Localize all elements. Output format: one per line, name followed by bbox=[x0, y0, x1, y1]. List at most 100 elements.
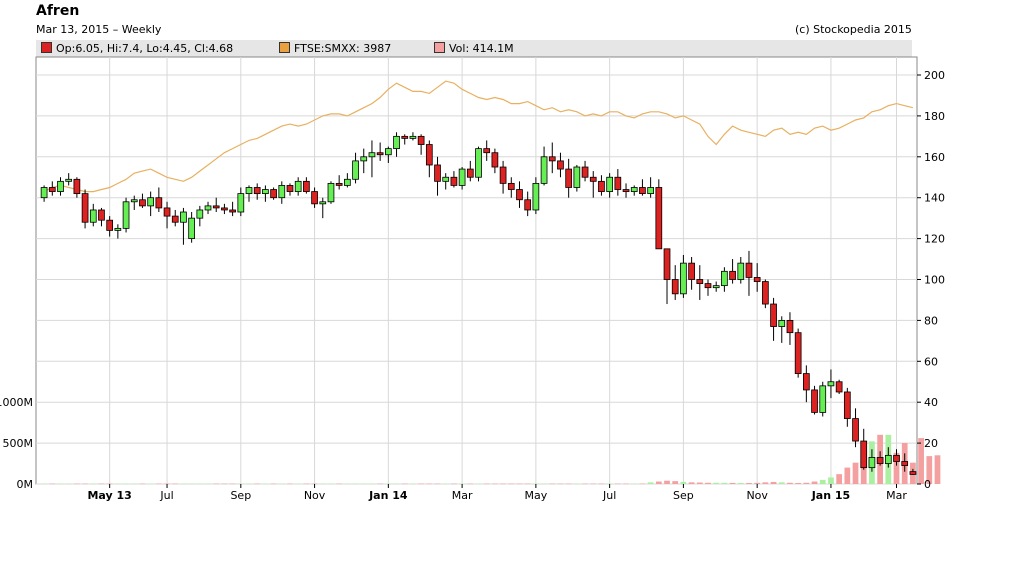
candle-body bbox=[704, 283, 712, 289]
candle bbox=[835, 379, 843, 395]
candle-body bbox=[688, 262, 695, 280]
candle-body bbox=[344, 178, 351, 186]
volume-bar bbox=[672, 481, 679, 484]
candle-body bbox=[557, 160, 564, 170]
volume-bar bbox=[451, 483, 457, 485]
volume-bar bbox=[573, 483, 580, 485]
candle-body bbox=[802, 373, 810, 391]
volume-bar bbox=[377, 483, 384, 485]
candle bbox=[819, 381, 827, 417]
volume-bar bbox=[737, 483, 744, 484]
candle-body bbox=[770, 303, 777, 327]
volume-bar bbox=[762, 482, 769, 484]
volume-bar bbox=[582, 483, 588, 485]
candle-body bbox=[786, 319, 794, 334]
volume-bar bbox=[295, 483, 302, 485]
candle-body bbox=[540, 156, 548, 184]
price-tick-label: 60 bbox=[924, 355, 938, 368]
candle bbox=[81, 189, 89, 229]
candle-body bbox=[81, 193, 89, 223]
x-tick-label: Sep bbox=[230, 489, 251, 502]
plot-area bbox=[35, 56, 918, 485]
candle-body bbox=[589, 176, 597, 182]
candle-body bbox=[573, 166, 581, 188]
volume-bar bbox=[139, 483, 146, 485]
price-tick-label: 120 bbox=[924, 233, 945, 246]
volume-bar bbox=[778, 482, 785, 484]
candle-body bbox=[450, 176, 458, 186]
volume-bar bbox=[639, 483, 646, 485]
candle-body bbox=[655, 187, 663, 250]
volume-bar bbox=[795, 483, 802, 484]
volume-bar bbox=[278, 483, 285, 485]
candle-body bbox=[868, 457, 876, 469]
candle-body bbox=[409, 135, 417, 139]
price-tick-label: 180 bbox=[924, 110, 945, 123]
candle-body bbox=[811, 389, 818, 413]
price-tick-label: 140 bbox=[924, 192, 945, 205]
volume-bar bbox=[352, 483, 359, 485]
candle-body bbox=[712, 285, 720, 289]
volume-bar bbox=[147, 483, 154, 485]
candle bbox=[122, 197, 130, 233]
candle-body bbox=[319, 201, 327, 205]
candle-body bbox=[729, 270, 736, 280]
candle-body bbox=[171, 215, 179, 223]
volume-bar bbox=[623, 483, 629, 485]
candle-body bbox=[278, 185, 286, 199]
volume-bar bbox=[483, 483, 490, 485]
volume-bar bbox=[696, 482, 703, 484]
volume-bar bbox=[82, 483, 88, 485]
candle-body bbox=[745, 262, 753, 278]
candle-body bbox=[425, 144, 433, 166]
volume-bar bbox=[418, 483, 424, 485]
candle bbox=[655, 179, 663, 250]
candle-body bbox=[303, 180, 310, 192]
volume-bar bbox=[270, 483, 277, 485]
volume-bar bbox=[410, 483, 416, 485]
candle-body bbox=[57, 180, 64, 192]
candle-body bbox=[163, 207, 171, 217]
volume-bar bbox=[328, 483, 334, 485]
candle-body bbox=[598, 180, 605, 192]
price-tick-label: 20 bbox=[924, 437, 938, 450]
candle-body bbox=[852, 418, 859, 442]
candle-body bbox=[876, 457, 884, 464]
volume-bar bbox=[541, 483, 547, 485]
candle-body bbox=[507, 182, 515, 190]
candle bbox=[573, 164, 581, 192]
x-tick-label: Jul bbox=[159, 489, 173, 502]
volume-bar bbox=[828, 477, 834, 484]
volume-bar bbox=[590, 483, 597, 485]
volume-bar bbox=[426, 483, 433, 485]
volume-bar bbox=[631, 483, 638, 485]
candle-body bbox=[245, 187, 253, 195]
volume-bar bbox=[442, 483, 449, 485]
volume-bar bbox=[819, 479, 826, 484]
volume-bar bbox=[49, 483, 56, 485]
volume-bar bbox=[131, 483, 138, 485]
volume-bar bbox=[852, 462, 859, 484]
candle-body bbox=[630, 187, 638, 192]
price-tick-label: 160 bbox=[924, 151, 945, 164]
candle-body bbox=[114, 227, 122, 231]
volume-bar bbox=[811, 481, 818, 484]
candle bbox=[794, 328, 802, 378]
candle-body bbox=[155, 197, 163, 209]
volume-bar bbox=[205, 483, 211, 485]
x-tick-label: Mar bbox=[452, 489, 473, 502]
candle-body bbox=[622, 189, 630, 192]
price-tick-label: 0 bbox=[924, 478, 931, 491]
candle-body bbox=[548, 156, 556, 162]
candle-body bbox=[417, 135, 425, 145]
volume-bar bbox=[500, 483, 506, 485]
candle-body bbox=[221, 207, 228, 211]
candle-body bbox=[843, 391, 851, 419]
candle-body bbox=[466, 168, 474, 178]
candle-body bbox=[352, 160, 359, 180]
volume-bar bbox=[664, 480, 670, 484]
volume-bar bbox=[221, 483, 228, 485]
candle-body bbox=[819, 385, 827, 413]
candle-body bbox=[384, 148, 392, 156]
volume-bar bbox=[803, 482, 810, 484]
